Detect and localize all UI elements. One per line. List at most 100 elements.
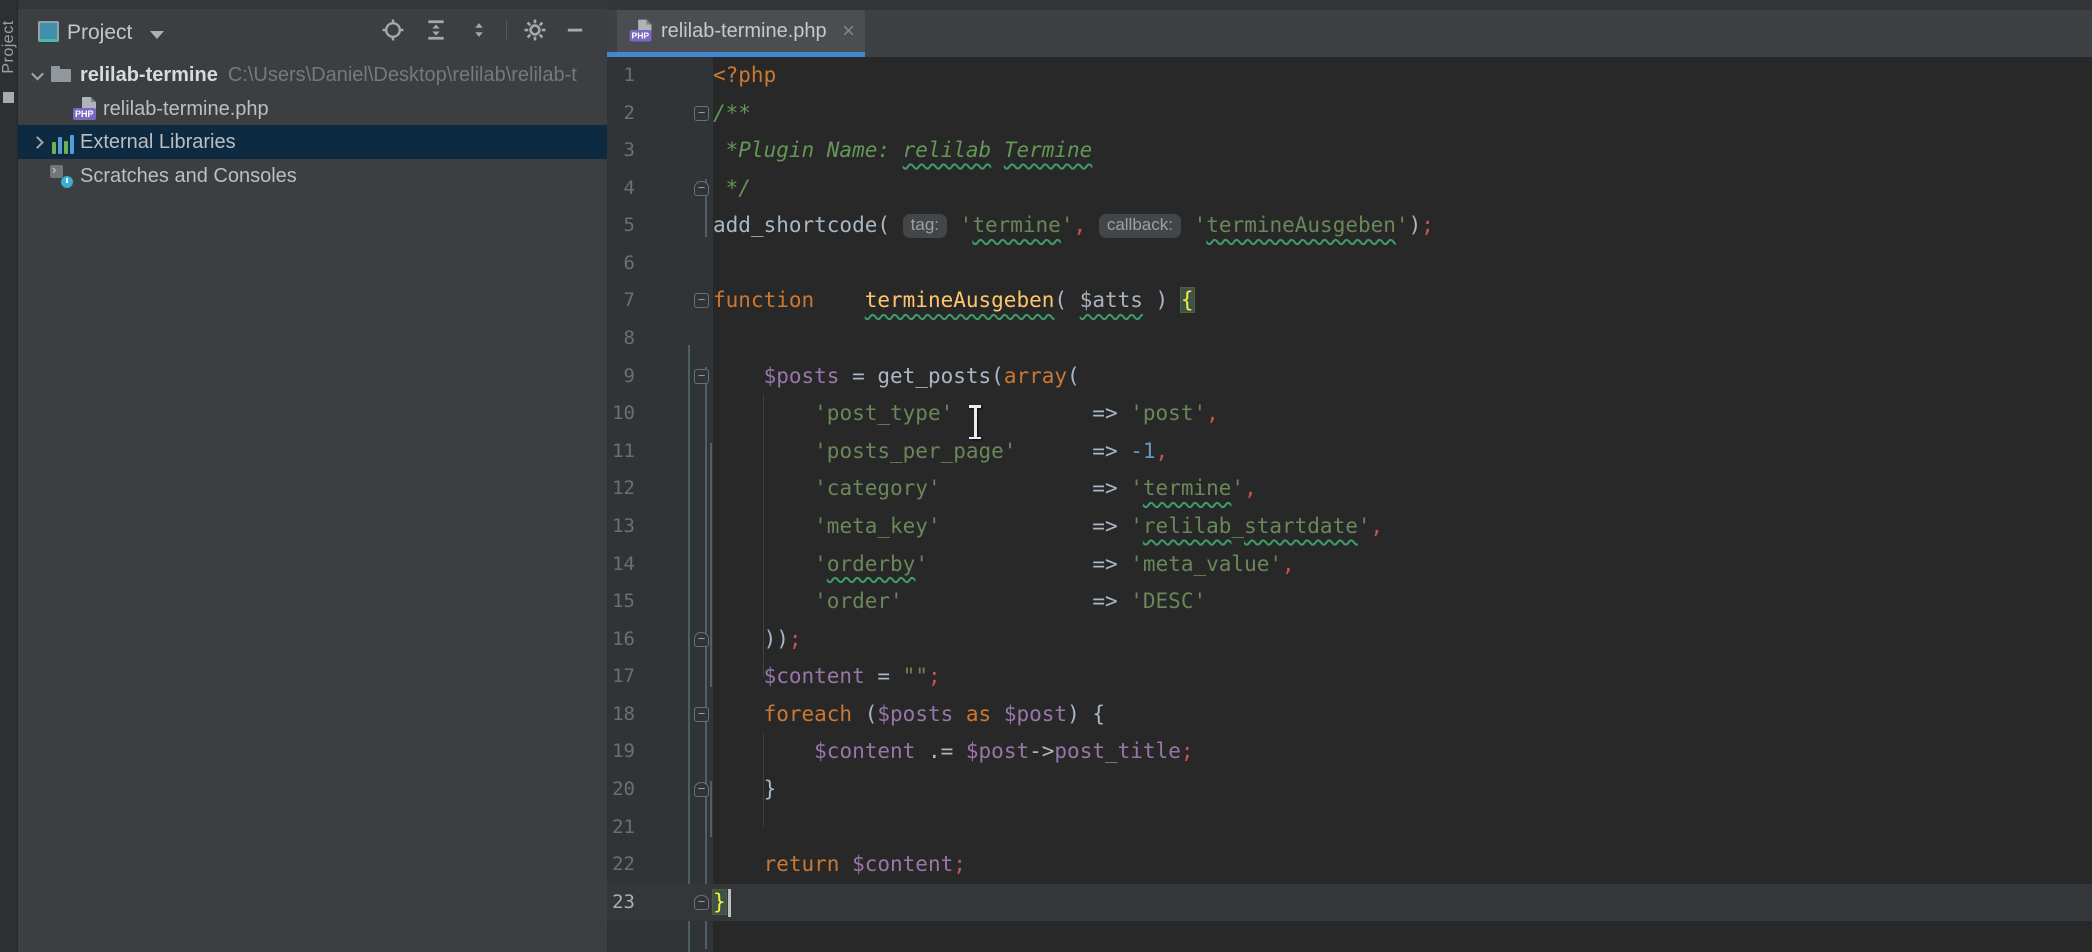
settings-icon[interactable]: [524, 19, 546, 41]
code-line-10[interactable]: 10 'post_type' => 'post',: [607, 395, 2092, 433]
fold-toggle-icon[interactable]: −: [694, 293, 709, 308]
code-line-23[interactable]: 23 −}: [607, 884, 2092, 922]
fold-toggle-icon[interactable]: −: [694, 632, 709, 647]
code-line-9[interactable]: 9 − $posts = get_posts(array(: [607, 358, 2092, 396]
code-text[interactable]: 'meta_key' => 'relilab_startdate',: [713, 508, 1383, 546]
fold-toggle-icon[interactable]: −: [694, 895, 709, 910]
code-text[interactable]: 'orderby' => 'meta_value',: [713, 546, 1295, 584]
code-line-17[interactable]: 17 $content = "";: [607, 658, 2092, 696]
code-line-16[interactable]: 16 − ));: [607, 621, 2092, 659]
line-number: 10: [607, 395, 635, 433]
tab-relilab-termine-php[interactable]: PHP relilab-termine.php ×: [617, 10, 865, 52]
project-stripe-button[interactable]: Project: [0, 12, 18, 82]
phpstorm-window: Project Project: [0, 0, 2092, 952]
code-text[interactable]: $content = "";: [713, 658, 941, 696]
line-number: 17: [607, 658, 635, 696]
code-line-6[interactable]: 6: [607, 245, 2092, 283]
tree-item-path: C:\Users\Daniel\Desktop\relilab\relilab-…: [228, 64, 577, 87]
chevron-down-icon[interactable]: [150, 31, 164, 39]
project-view-icon: [38, 21, 59, 42]
mouse-cursor-ibeam: [968, 405, 982, 439]
project-panel-title[interactable]: Project: [67, 21, 132, 45]
code-line-18[interactable]: 18− foreach ($posts as $post) {: [607, 696, 2092, 734]
code-text[interactable]: 'order' => 'DESC': [713, 583, 1206, 621]
tree-row-relilab-termine[interactable]: relilab-termineC:\Users\Daniel\Desktop\r…: [18, 58, 607, 92]
tree-row-external-libraries[interactable]: External Libraries: [18, 125, 607, 159]
code-text[interactable]: *Plugin Name: relilab Termine: [713, 132, 1092, 170]
line-number: 3: [607, 132, 635, 170]
code-line-21[interactable]: 21: [607, 809, 2092, 847]
code-line-4[interactable]: 4 − */: [607, 170, 2092, 208]
collapse-all-icon[interactable]: [468, 19, 490, 41]
line-number: 6: [607, 245, 635, 283]
code-line-1[interactable]: 1 <?php: [607, 57, 2092, 95]
code-area[interactable]: 1<?php2−/**3 *Plugin Name: relilab Termi…: [607, 57, 2092, 952]
line-number: 23: [607, 884, 635, 922]
locate-icon[interactable]: [382, 19, 404, 41]
tool-stripe-icon[interactable]: [3, 92, 14, 103]
code-text[interactable]: <?php: [713, 57, 776, 95]
code-text[interactable]: /**: [713, 95, 751, 133]
tree-item-label: Scratches and Consoles: [80, 165, 297, 188]
line-number: 4: [607, 170, 635, 208]
code-text[interactable]: */: [713, 170, 751, 208]
line-number: 16: [607, 621, 635, 659]
tree-row-scratches-and-consoles[interactable]: Scratches and Consoles: [18, 159, 607, 193]
line-number: 9: [607, 358, 635, 396]
code-line-2[interactable]: 2 −/**: [607, 95, 2092, 133]
php-file-icon: PHP: [630, 20, 653, 43]
code-line-7[interactable]: 7−function termineAusgeben( $atts ) {: [607, 282, 2092, 320]
fold-toggle-icon[interactable]: −: [694, 369, 709, 384]
fold-toggle-icon[interactable]: −: [694, 782, 709, 797]
code-text[interactable]: foreach ($posts as $post) {: [713, 696, 1105, 734]
code-text[interactable]: }: [713, 884, 726, 922]
code-text[interactable]: $content .= $post->post_title;: [713, 733, 1194, 771]
line-number: 1: [607, 57, 635, 95]
fold-toggle-icon[interactable]: −: [694, 106, 709, 121]
libraries-icon: [50, 130, 74, 154]
fold-toggle-icon[interactable]: −: [694, 181, 709, 196]
line-number: 19: [607, 733, 635, 771]
expand-all-icon[interactable]: [425, 19, 447, 41]
code-line-8[interactable]: 8: [607, 320, 2092, 358]
code-line-19[interactable]: 19 $content .= $post->post_title;: [607, 733, 2092, 771]
code-line-13[interactable]: 13 'meta_key' => 'relilab_startdate',: [607, 508, 2092, 546]
left-tool-stripe: Project: [0, 0, 18, 952]
line-number: 8: [607, 320, 635, 358]
code-line-14[interactable]: 14 'orderby' => 'meta_value',: [607, 546, 2092, 584]
code-text[interactable]: 'category' => 'termine',: [713, 470, 1257, 508]
project-panel-header: Project: [18, 9, 607, 52]
scratches-icon: [50, 164, 74, 188]
fold-toggle-icon[interactable]: −: [694, 707, 709, 722]
code-text[interactable]: $posts = get_posts(array(: [713, 358, 1080, 396]
tab-label: relilab-termine.php: [661, 20, 827, 43]
code-text[interactable]: add_shortcode( tag: 'termine', callback:…: [713, 207, 1434, 245]
line-number: 14: [607, 546, 635, 584]
line-number: 12: [607, 470, 635, 508]
code-text[interactable]: }: [713, 771, 776, 809]
toolbar-divider: [506, 20, 507, 40]
code-line-5[interactable]: 5add_shortcode( tag: 'termine', callback…: [607, 207, 2092, 245]
chevron-down-icon[interactable]: [31, 67, 44, 80]
tree-item-label: relilab-termine.php: [103, 98, 269, 121]
project-tree: relilab-termineC:\Users\Daniel\Desktop\r…: [18, 52, 607, 952]
code-line-20[interactable]: 20 − }: [607, 771, 2092, 809]
code-text[interactable]: return $content;: [713, 846, 966, 884]
line-number: 2: [607, 95, 635, 133]
code-text[interactable]: 'post_type' => 'post',: [713, 395, 1219, 433]
code-text[interactable]: function termineAusgeben( $atts ) {: [713, 282, 1194, 320]
text-caret: [728, 889, 731, 917]
code-line-22[interactable]: 22 return $content;: [607, 846, 2092, 884]
chevron-right-icon[interactable]: [31, 136, 44, 149]
code-line-15[interactable]: 15 'order' => 'DESC': [607, 583, 2092, 621]
code-text[interactable]: ));: [713, 621, 802, 659]
code-text[interactable]: 'posts_per_page' => -1,: [713, 433, 1168, 471]
hide-panel-icon[interactable]: [564, 19, 586, 41]
panel-top-strip: [18, 0, 607, 9]
tree-row-relilab-termine-php[interactable]: PHPrelilab-termine.php: [18, 92, 607, 126]
close-icon[interactable]: ×: [842, 21, 855, 41]
code-line-12[interactable]: 12 'category' => 'termine',: [607, 470, 2092, 508]
code-line-3[interactable]: 3 *Plugin Name: relilab Termine: [607, 132, 2092, 170]
code-line-11[interactable]: 11 'posts_per_page' => -1,: [607, 433, 2092, 471]
line-number: 20: [607, 771, 635, 809]
